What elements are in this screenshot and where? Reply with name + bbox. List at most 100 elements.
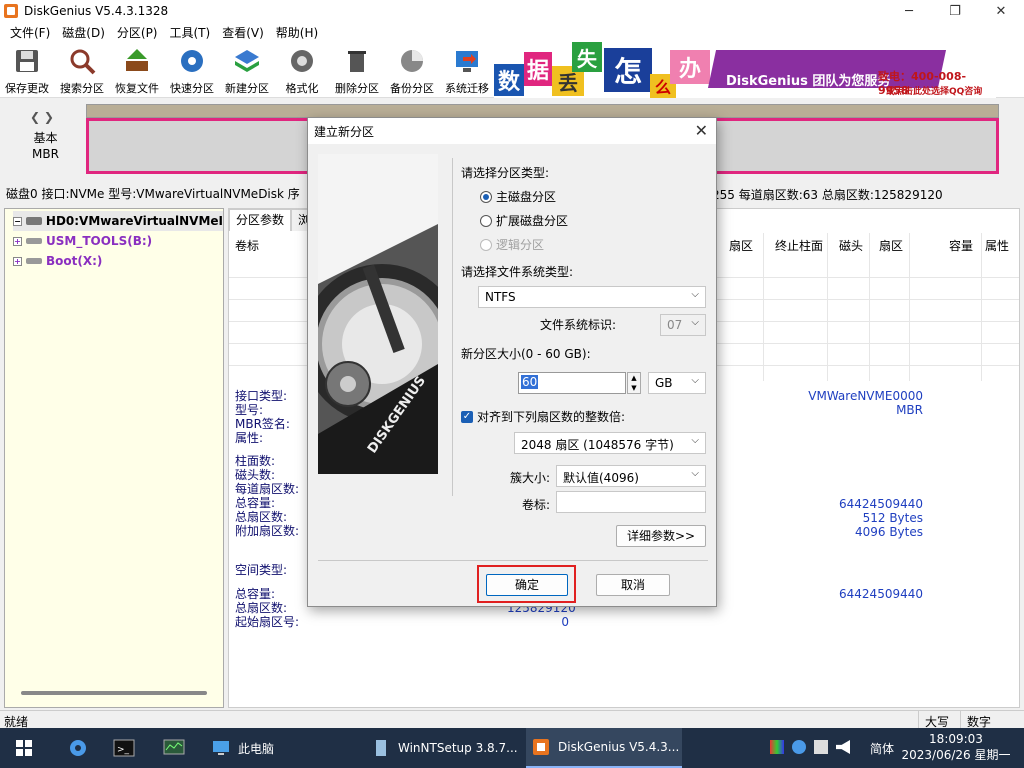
tray-color-icon[interactable] (770, 740, 784, 754)
search-icon (67, 46, 97, 76)
checkmark-icon: ✓ (461, 410, 473, 423)
fs-type-select[interactable]: NTFS ⌵ (478, 286, 706, 308)
advanced-params-button[interactable]: 详细参数>> (616, 525, 706, 547)
restore-files-button[interactable]: 恢复文件 (110, 44, 164, 96)
system-monitor-icon[interactable] (162, 736, 186, 760)
primary-partition-radio[interactable]: 主磁盘分区 (480, 188, 556, 205)
delete-partition-button[interactable]: 删除分区 (330, 44, 384, 96)
disk-info-left: 磁盘0 接口:NVMe 型号:VMwareVirtualNVMeDisk 序 (6, 186, 300, 201)
taskbar-clock[interactable]: 18:09:03 2023/06/26 星期一 (900, 731, 1012, 763)
system-migration-button[interactable]: 系统迁移 (440, 44, 494, 96)
ad-banner[interactable]: 数 据 丢 失 怎 么 办 DiskGenius 团队为您服务 致电：400-0… (494, 42, 996, 98)
col-attributes[interactable]: 属性 (985, 237, 1009, 254)
info-labels-space: 空间类型: (235, 563, 288, 577)
banner-char: 据 (524, 52, 552, 86)
menu-disk[interactable]: 磁盘(D) (56, 24, 111, 41)
taskbar: >_ 此电脑 WinNTSetup 3.8.7... DiskGenius V5… (0, 728, 1024, 768)
volume-label-input[interactable] (556, 491, 706, 513)
dialog-close-icon[interactable]: ✕ (695, 121, 708, 140)
banner-qq-link[interactable]: 或点击此处选择QQ咨询 (886, 84, 982, 97)
banner-char: 办 (670, 50, 710, 84)
menu-view[interactable]: 查看(V) (216, 24, 270, 41)
settings-gear-icon[interactable] (66, 736, 90, 760)
col-end-cylinder[interactable]: 终止柱面 (775, 237, 823, 254)
minimize-button[interactable]: ─ (886, 0, 932, 22)
expand-icon[interactable]: + (13, 256, 22, 266)
info-labels-free: 总容量: 总扇区数: 起始扇区号: (235, 587, 300, 629)
dialog-title: 建立新分区 (314, 124, 375, 139)
col-volume-label[interactable]: 卷标 (235, 237, 259, 254)
restore-icon (122, 46, 152, 76)
partition-icon (26, 238, 42, 244)
size-spinner[interactable]: ▲ ▼ (627, 372, 641, 394)
logical-partition-radio[interactable]: 逻辑分区 (480, 236, 544, 253)
tray-network-icon[interactable] (792, 740, 806, 754)
info-values-interface: VMWareNVME0000 MBR (808, 389, 923, 417)
taskbar-app-winntsetup[interactable]: WinNTSetup 3.8.7... (366, 728, 522, 768)
backup-partition-button[interactable]: 备份分区 (385, 44, 439, 96)
new-partition-dialog: 建立新分区 ✕ DISKGENIUS 请选择分区类型: 主磁盘分区 扩展磁盘分区… (307, 117, 717, 607)
tree-item-partition[interactable]: + Boot(X:) (13, 251, 102, 271)
taskbar-app-diskgenius[interactable]: DiskGenius V5.4.3... (526, 728, 682, 768)
spin-up-icon[interactable]: ▲ (628, 373, 640, 383)
fs-id-select[interactable]: 07 ⌵ (660, 314, 706, 336)
partition-icon (26, 258, 42, 264)
tray-speaker-icon[interactable] (836, 740, 850, 754)
format-button[interactable]: 格式化 (275, 44, 329, 96)
align-sectors-checkbox[interactable]: ✓ 对齐到下列扇区数的整数倍: (461, 408, 625, 425)
col-capacity[interactable]: 容量 (949, 237, 973, 254)
menu-tools[interactable]: 工具(T) (164, 24, 217, 41)
col-head[interactable]: 磁头 (839, 237, 863, 254)
taskbar-app-this-pc[interactable]: 此电脑 (206, 728, 362, 768)
tab-partition-params[interactable]: 分区参数 (229, 209, 292, 231)
alignment-select[interactable]: 2048 扇区 (1048576 字节) ⌵ (514, 432, 706, 454)
windows-start-icon[interactable] (16, 740, 32, 756)
cancel-button[interactable]: 取消 (596, 574, 670, 596)
save-icon (12, 46, 42, 76)
tree-horizontal-scrollbar[interactable] (21, 691, 207, 695)
new-partition-icon (232, 46, 262, 76)
size-unit-select[interactable]: GB ⌵ (648, 372, 706, 394)
menu-bar: 文件(F) 磁盘(D) 分区(P) 工具(T) 查看(V) 帮助(H) (0, 22, 1024, 42)
this-pc-icon (212, 739, 230, 757)
cluster-size-select[interactable]: 默认值(4096) ⌵ (556, 465, 706, 487)
disk-nav-arrows[interactable]: ❮ ❯ (30, 110, 54, 124)
migrate-icon (452, 46, 482, 76)
svg-text:>_: >_ (117, 745, 130, 755)
hard-disk-image: DISKGENIUS (318, 154, 438, 474)
menu-file[interactable]: 文件(F) (4, 24, 56, 41)
terminal-icon[interactable]: >_ (112, 736, 136, 760)
chevron-down-icon: ⌵ (691, 435, 699, 446)
input-language[interactable]: 简体 (870, 740, 894, 757)
winntsetup-icon (372, 739, 390, 757)
close-button[interactable]: ✕ (978, 0, 1024, 22)
new-partition-button[interactable]: 新建分区 (220, 44, 274, 96)
chevron-down-icon: ⌵ (691, 375, 699, 386)
collapse-icon[interactable]: − (13, 216, 22, 226)
save-changes-button[interactable]: 保存更改 (0, 44, 54, 96)
menu-help[interactable]: 帮助(H) (270, 24, 324, 41)
quick-partition-button[interactable]: 快速分区 (165, 44, 219, 96)
extended-partition-radio[interactable]: 扩展磁盘分区 (480, 212, 568, 229)
tree-item-disk[interactable]: − HD0:VMwareVirtualNVMeI (13, 211, 223, 231)
col-sector-2[interactable]: 扇区 (879, 237, 903, 254)
restore-button[interactable]: ❐ (932, 0, 978, 22)
partition-size-input[interactable]: 60 (518, 372, 626, 394)
col-sector[interactable]: 扇区 (729, 237, 753, 254)
disk-icon (25, 217, 42, 225)
spin-down-icon[interactable]: ▼ (628, 383, 640, 393)
ok-button[interactable]: 确定 (486, 574, 568, 596)
size-label: 新分区大小(0 - 60 GB): (461, 347, 591, 361)
diskgenius-logo-icon (4, 4, 18, 18)
info-labels-geometry: 柱面数: 磁头数: 每道扇区数: 总容量: 总扇区数: 附加扇区数: (235, 454, 300, 538)
tree-item-partition[interactable]: + USM_TOOLS(B:) (13, 231, 152, 251)
menu-partition[interactable]: 分区(P) (111, 24, 164, 41)
prev-disk-icon[interactable]: ❮ (30, 110, 40, 124)
tray-display-icon[interactable] (814, 740, 828, 754)
search-partition-button[interactable]: 搜索分区 (55, 44, 109, 96)
expand-icon[interactable]: + (13, 236, 22, 246)
title-bar: DiskGenius V5.4.3.1328 ─ ❐ ✕ (0, 0, 1024, 22)
next-disk-icon[interactable]: ❯ (44, 110, 54, 124)
chevron-down-icon: ⌵ (691, 468, 699, 479)
dialog-title-bar: 建立新分区 ✕ (308, 118, 716, 144)
